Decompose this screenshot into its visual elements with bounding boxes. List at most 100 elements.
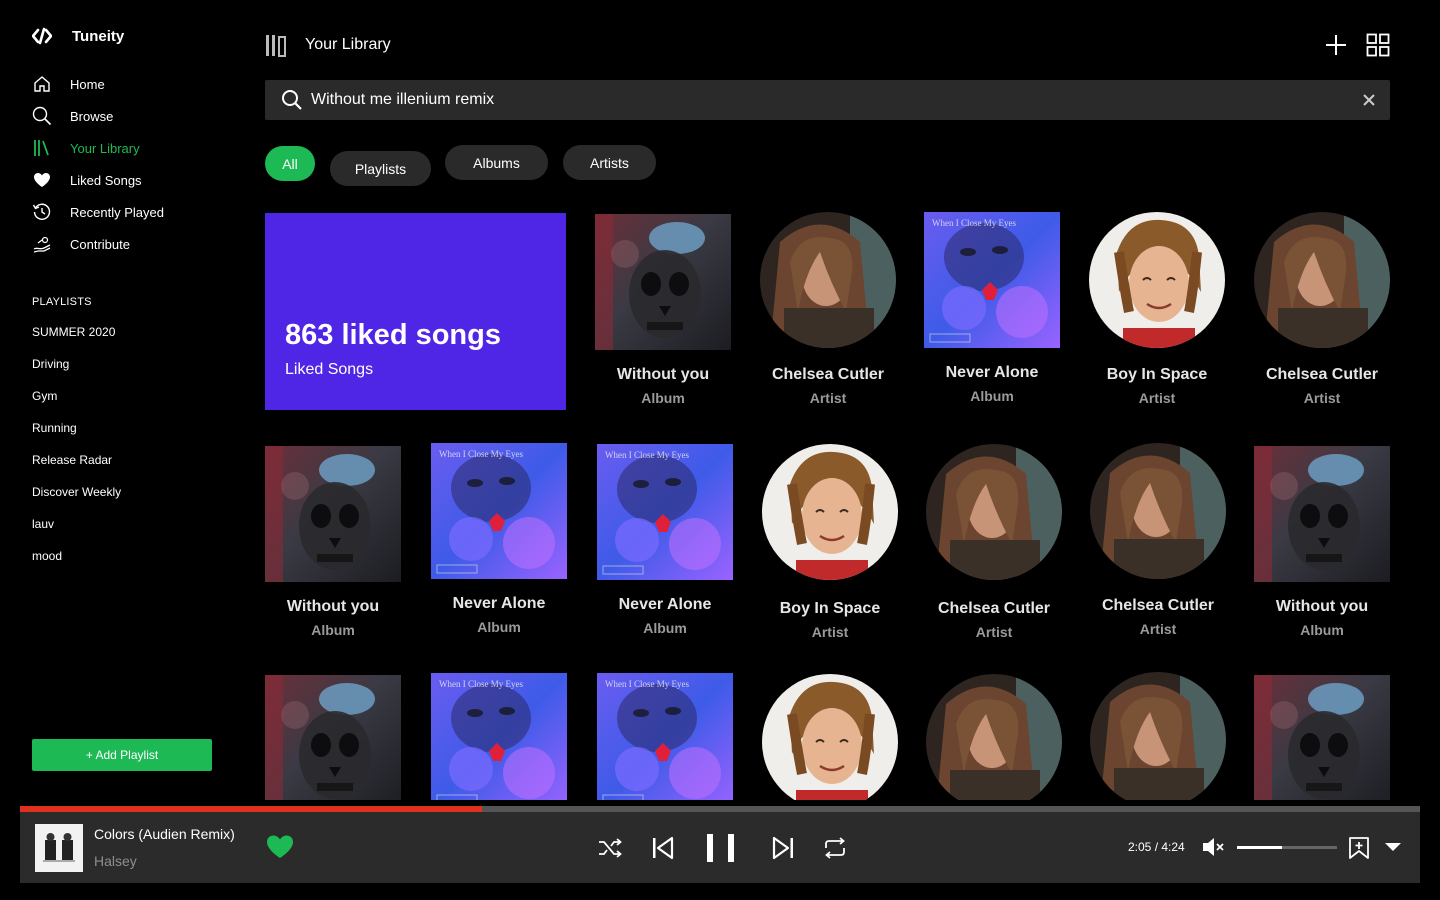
library-card[interactable]: Chelsea Cutler Artist <box>760 212 896 406</box>
card-title: Without you <box>616 366 710 383</box>
nav-item-recently-played[interactable]: Recently Played <box>32 196 164 228</box>
nav-label: Recently Played <box>70 204 164 220</box>
heart-icon <box>32 170 52 190</box>
svg-text:When I Close My Eyes: When I Close My Eyes <box>439 679 523 689</box>
card-subtitle: Artist <box>1303 390 1341 406</box>
playlist-item[interactable]: lauv <box>32 512 121 544</box>
volume-slider[interactable] <box>1237 846 1337 849</box>
nav-label: Browse <box>70 108 114 124</box>
album-art <box>595 214 731 350</box>
library-card[interactable] <box>265 675 401 800</box>
app-name: Tuneity <box>72 27 125 45</box>
next-icon[interactable] <box>772 836 794 860</box>
library-card[interactable]: When I Close My Eyes Never Alone Album <box>597 444 733 636</box>
card-subtitle: Album <box>1300 622 1344 638</box>
home-icon <box>32 74 52 94</box>
library-card[interactable] <box>1090 672 1226 800</box>
pause-icon[interactable] <box>706 834 736 862</box>
search-input[interactable] <box>311 91 1362 109</box>
artist-photo <box>762 674 898 800</box>
svg-text:When I Close My Eyes: When I Close My Eyes <box>932 218 1016 228</box>
library-card[interactable]: When I Close My Eyes <box>431 673 567 800</box>
library-card[interactable]: Boy In Space Artist <box>1089 212 1225 406</box>
liked-count: 863 liked songs <box>285 319 501 351</box>
artist-photo <box>1089 212 1225 348</box>
library-card[interactable]: When I Close My Eyes <box>597 673 733 800</box>
album-art: When I Close My Eyes <box>431 443 567 579</box>
repeat-icon[interactable] <box>823 837 847 859</box>
playlist-item[interactable]: mood <box>32 544 121 576</box>
album-art <box>1254 675 1390 800</box>
add-playlist-button[interactable]: + Add Playlist <box>32 739 212 771</box>
nav-item-contribute[interactable]: Contribute <box>32 228 164 260</box>
track-artist[interactable]: Halsey <box>94 853 137 869</box>
card-title: Chelsea Cutler <box>771 366 885 383</box>
library-main: Your Library All Playlists Albums Artist… <box>242 0 1440 800</box>
brand[interactable]: Tuneity <box>32 26 124 46</box>
history-icon <box>32 202 52 222</box>
nav-label: Your Library <box>70 140 140 156</box>
library-card[interactable]: Chelsea Cutler Artist <box>926 444 1062 640</box>
card-title: Chelsea Cutler <box>1101 597 1215 614</box>
album-art: When I Close My Eyes <box>597 444 733 580</box>
page-title: Your Library <box>305 36 391 53</box>
library-card[interactable]: When I Close My Eyes Never Alone Album <box>924 212 1060 404</box>
nav-label: Home <box>70 76 105 92</box>
card-title: Boy In Space <box>1106 366 1208 383</box>
library-card[interactable] <box>926 674 1062 800</box>
library-card[interactable]: Without you Album <box>595 214 731 406</box>
playlist-list: SUMMER 2020 Driving Gym Running Release … <box>32 320 121 576</box>
nav-item-browse[interactable]: Browse <box>32 100 164 132</box>
nav-label: Contribute <box>70 236 130 252</box>
nav-item-liked-songs[interactable]: Liked Songs <box>32 164 164 196</box>
library-card[interactable] <box>762 674 898 800</box>
nav-label: Liked Songs <box>70 172 142 188</box>
track-title[interactable]: Colors (Audien Remix) <box>94 826 235 842</box>
previous-icon[interactable] <box>652 836 674 860</box>
filter-all[interactable]: All <box>265 146 315 181</box>
chevron-down-icon[interactable] <box>1384 840 1402 854</box>
playlist-item[interactable]: Running <box>32 416 121 448</box>
playlist-item[interactable]: Driving <box>32 352 121 384</box>
card-subtitle: Album <box>643 620 687 636</box>
card-title: Never Alone <box>945 364 1039 381</box>
playlist-item[interactable]: Gym <box>32 384 121 416</box>
close-icon[interactable] <box>1362 93 1376 107</box>
card-subtitle: Album <box>641 390 685 406</box>
filter-albums[interactable]: Albums <box>445 145 548 180</box>
filter-artists[interactable]: Artists <box>563 145 656 180</box>
library-card[interactable]: Chelsea Cutler Artist <box>1254 212 1390 406</box>
card-title: Chelsea Cutler <box>937 600 1051 617</box>
grid-view-icon[interactable] <box>1366 33 1390 57</box>
volume-muted-icon[interactable] <box>1201 836 1225 858</box>
card-subtitle: Album <box>970 388 1014 404</box>
player-bar: Colors (Audien Remix) Halsey 2:05 / 4:24 <box>20 812 1420 883</box>
save-to-library-icon[interactable] <box>1348 836 1370 860</box>
playlist-item[interactable]: Discover Weekly <box>32 480 121 512</box>
library-card[interactable]: Without you Album <box>1254 446 1390 638</box>
liked-label: Liked Songs <box>285 361 374 378</box>
add-icon[interactable] <box>1324 33 1348 57</box>
album-art: When I Close My Eyes <box>431 673 567 800</box>
svg-text:When I Close My Eyes: When I Close My Eyes <box>605 679 689 689</box>
artist-photo <box>926 674 1062 800</box>
card-title: Chelsea Cutler <box>1265 366 1379 383</box>
playlist-item[interactable]: SUMMER 2020 <box>32 320 121 352</box>
library-card[interactable]: Boy In Space Artist <box>762 444 898 640</box>
svg-text:When I Close My Eyes: When I Close My Eyes <box>605 450 689 460</box>
heart-icon[interactable] <box>266 834 294 860</box>
artist-photo <box>1090 443 1226 579</box>
library-card[interactable] <box>1254 675 1390 800</box>
card-title: Boy In Space <box>779 600 881 617</box>
filter-playlists[interactable]: Playlists <box>330 151 431 186</box>
artist-photo <box>1090 672 1226 800</box>
library-card[interactable]: When I Close My Eyes Never Alone Album <box>431 443 567 635</box>
library-card[interactable]: Without you Album <box>265 446 401 638</box>
nav-item-your-library[interactable]: Your Library <box>32 132 164 164</box>
shuffle-icon[interactable] <box>598 838 622 858</box>
playlist-item[interactable]: Release Radar <box>32 448 121 480</box>
library-card[interactable]: Chelsea Cutler Artist <box>1090 443 1226 637</box>
nav-item-home[interactable]: Home <box>32 68 164 100</box>
artist-photo <box>1254 212 1390 348</box>
liked-songs-card[interactable]: 863 liked songs Liked Songs <box>265 213 566 410</box>
